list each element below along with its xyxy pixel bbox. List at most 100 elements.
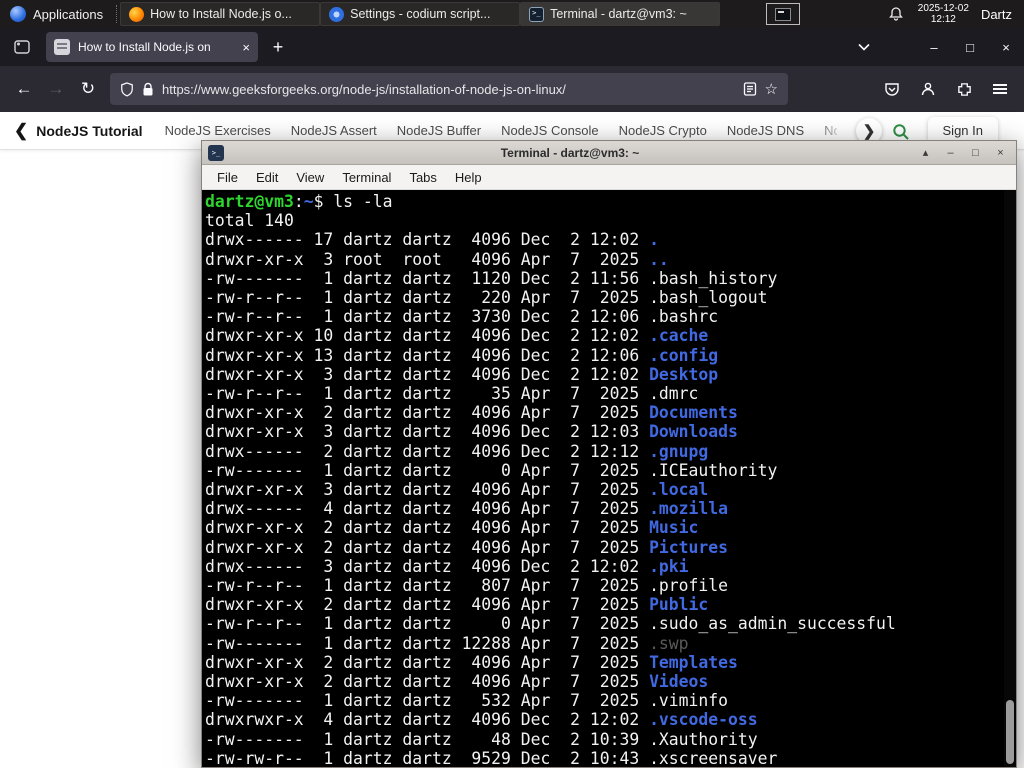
sitenav-active-label: NodeJS Tutorial [36,122,143,139]
browser-minimize-button[interactable]: – [916,28,952,66]
nav-link[interactable]: NodeJS Exercises [165,123,271,138]
url-bar[interactable]: https://www.geeksforgeeks.org/node-js/in… [110,73,788,105]
menu-item[interactable]: View [287,170,333,185]
taskbar-item[interactable]: How to Install Node.js o... [120,2,321,26]
extensions-icon[interactable] [948,73,980,105]
terminal-line: -rw-r--r-- 1 dartz dartz 35 Apr 7 2025 .… [205,384,699,404]
sitenav-active-item[interactable]: ❮ NodeJS Tutorial [14,122,143,139]
chevron-left-icon: ❮ [14,121,29,140]
notification-bell-icon[interactable] [884,6,908,22]
applications-label: Applications [33,6,104,22]
taskbar-item-label: Settings - codium script... [350,7,491,21]
terminal-line: -rw------- 1 dartz dartz 12288 Apr 7 202… [205,633,689,653]
terminal-shade-button[interactable]: ▴ [916,143,935,162]
nav-link[interactable]: NodeJS Buffer [397,123,481,138]
user-menu[interactable]: Dartz [981,7,1012,22]
taskbar-item[interactable]: Terminal - dartz@vm3: ~ [520,2,721,26]
applications-menu[interactable]: Applications [0,0,113,28]
menu-item[interactable]: Help [446,170,491,185]
terminal-line: drwxr-xr-x 2 dartz dartz 4096 Apr 7 2025… [205,518,699,538]
sitenav-links: NodeJS Exercises NodeJS Assert NodeJS Buff… [165,123,837,138]
menu-item[interactable]: File [208,170,247,185]
toolbar-right-icons [876,73,1016,105]
pocket-icon[interactable] [876,73,908,105]
terminal-app-icon: >_ [208,144,224,161]
terminal-maximize-button[interactable]: □ [966,143,985,162]
taskbar: How to Install Node.js o... Settings - co… [120,0,721,28]
bookmark-star-icon[interactable]: ☆ [765,80,778,98]
desktop-panel: Applications How to Install Node.js o...… [0,0,1024,28]
terminal-screen[interactable]: dartz@vm3:~$ ls -la total 140 drwx------ 1… [202,190,1016,767]
terminal-menubar: File Edit View Terminal Tabs Help [202,165,1016,190]
list-tabs-chevron-icon[interactable] [852,35,876,59]
terminal-line: drwxr-xr-x 10 dartz dartz 4096 Dec 2 12:… [205,326,709,346]
nav-link[interactable]: NodeJS DNS [727,123,804,138]
terminal-icon [529,6,545,22]
terminal-line: drwx------ 17 dartz dartz 4096 Dec 2 12:… [205,230,659,250]
nav-link[interactable]: NodeJS Crypto [619,123,707,138]
browser-tab[interactable]: How to Install Node.js on × [46,32,258,62]
nav-link[interactable]: NodeJS Assert [291,123,377,138]
terminal-line: -rw------- 1 dartz dartz 0 Apr 7 2025 .I… [205,460,778,480]
firefox-view-icon[interactable] [8,33,36,61]
terminal-title: Terminal - dartz@vm3: ~ [500,145,640,160]
menu-item[interactable]: Edit [247,170,287,185]
terminal-line: -rw------- 1 dartz dartz 48 Dec 2 10:39 … [205,729,758,749]
terminal-line: drwxr-xr-x 3 dartz dartz 4096 Apr 7 2025… [205,480,709,500]
nav-link[interactable]: NodeJS Console [501,123,599,138]
forward-button[interactable]: → [40,73,72,105]
terminal-close-button[interactable]: × [991,143,1010,162]
terminal-line: drwxr-xr-x 3 dartz dartz 4096 Dec 2 12:0… [205,422,738,442]
terminal-line: dartz@vm3:~$ ls -la [205,192,393,211]
panel-clock[interactable]: 2025-12-02 12:12 [918,3,969,25]
browser-maximize-button[interactable]: □ [952,28,988,66]
terminal-line: drwxr-xr-x 2 dartz dartz 4096 Apr 7 2025… [205,403,738,423]
menu-item[interactable]: Terminal [333,170,400,185]
tray-terminal-icon[interactable] [765,3,800,25]
terminal-line: total 140 [205,211,294,231]
taskbar-item-label: Terminal - dartz@vm3: ~ [550,7,687,21]
terminal-titlebar[interactable]: >_ Terminal - dartz@vm3: ~ ▴ – □ × [202,141,1016,165]
menu-icon[interactable] [984,73,1016,105]
terminal-line: drwxr-xr-x 2 dartz dartz 4096 Apr 7 2025… [205,537,729,557]
back-button[interactable]: ← [8,73,40,105]
tab-close-icon[interactable]: × [242,41,250,54]
tracking-shield-icon[interactable] [120,81,134,97]
terminal-line: drwx------ 3 dartz dartz 4096 Dec 2 12:0… [205,556,689,576]
terminal-line: drwxr-xr-x 3 root root 4096 Apr 7 2025 .… [205,249,669,269]
reader-view-icon[interactable] [743,82,757,96]
terminal-line: drwxr-xr-x 2 dartz dartz 4096 Apr 7 2025… [205,652,738,672]
browser-window-controls: – □ × [916,28,1024,66]
taskbar-item[interactable]: Settings - codium script... [320,2,521,26]
account-icon[interactable] [912,73,944,105]
terminal-scrollbar[interactable] [1004,190,1016,767]
lock-icon[interactable] [142,82,154,97]
terminal-line: -rw-r--r-- 1 dartz dartz 3730 Dec 2 12:0… [205,307,719,327]
tab-title: How to Install Node.js on [78,40,211,54]
terminal-scrollbar-thumb[interactable] [1006,700,1014,764]
applications-icon [10,6,26,22]
menu-item[interactable]: Tabs [400,170,445,185]
terminal-line: drwxr-xr-x 13 dartz dartz 4096 Dec 2 12:… [205,345,719,365]
terminal-line: -rw------- 1 dartz dartz 1120 Dec 2 11:5… [205,268,778,288]
mini-terminal-icon [774,7,791,21]
new-tab-button[interactable]: + [264,33,292,61]
reload-button[interactable]: ↻ [72,73,104,105]
firefox-icon [129,6,145,22]
terminal-line: drwxrwxr-x 4 dartz dartz 4096 Dec 2 12:0… [205,710,758,730]
terminal-line: -rw-r--r-- 1 dartz dartz 807 Apr 7 2025 … [205,576,729,596]
terminal-minimize-button[interactable]: – [941,143,960,162]
terminal-line: -rw-r--r-- 1 dartz dartz 220 Apr 7 2025 … [205,288,768,308]
terminal-line: -rw-rw-r-- 1 dartz dartz 9529 Dec 2 10:4… [205,748,778,767]
browser-close-button[interactable]: × [988,28,1024,66]
tab-favicon [54,39,70,55]
terminal-window: >_ Terminal - dartz@vm3: ~ ▴ – □ × File E… [201,140,1017,768]
taskbar-item-label: How to Install Node.js o... [150,7,292,21]
terminal-line: drwxr-xr-x 2 dartz dartz 4096 Apr 7 2025… [205,595,709,615]
navigation-toolbar: ← → ↻ https://www.geeksforgeeks.org/node… [0,66,1024,112]
terminal-line: -rw-r--r-- 1 dartz dartz 0 Apr 7 2025 .s… [205,614,896,634]
clock-date: 2025-12-02 [917,3,969,14]
terminal-line: drwxr-xr-x 2 dartz dartz 4096 Apr 7 2025… [205,672,709,692]
panel-separator [116,5,118,23]
url-text: https://www.geeksforgeeks.org/node-js/in… [162,81,566,97]
